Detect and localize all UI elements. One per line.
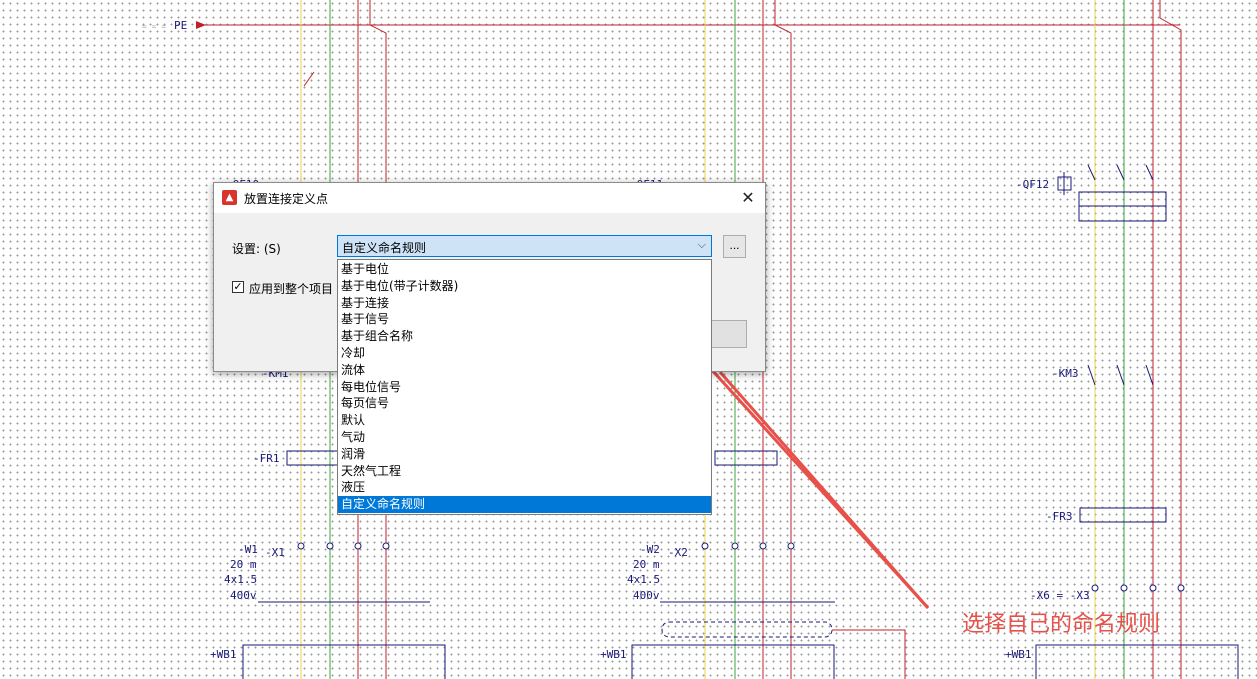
label-wb1-mid: +WB1 (600, 648, 627, 661)
pe-prefix: = = = (142, 22, 166, 31)
dropdown-option[interactable]: 默认 (338, 412, 711, 429)
wire-m4 (774, 0, 792, 679)
dialog-action-button[interactable] (711, 320, 747, 348)
pe-label: PE (174, 19, 187, 32)
cable-length-left: 20 m (230, 558, 257, 571)
warning-triangle-icon: ▲ (222, 190, 237, 205)
apply-to-project-label: 应用到整个项目 (249, 282, 334, 296)
more-options-button[interactable]: ... (723, 235, 746, 258)
cable-length-mid: 20 m (633, 558, 660, 571)
cable-size-mid: 4x1.5 (627, 573, 660, 586)
wb1-box-left (242, 644, 446, 679)
dropdown-option[interactable]: 气动 (338, 429, 711, 446)
setting-label: 设置: (S) (232, 242, 281, 256)
label-x6x3: -X6 = -X3 (1030, 589, 1090, 602)
wire-r4 (1159, 0, 1182, 679)
label-w2: -W2 (640, 543, 660, 556)
combobox-value: 自定义命名规则 (342, 241, 427, 255)
apply-to-project-checkbox[interactable]: ✓ (232, 281, 244, 293)
label-w1: -W1 (238, 543, 258, 556)
dropdown-option[interactable]: 润滑 (338, 446, 711, 463)
setting-dropdown-list: 基于电位 基于电位(带子计数器) 基于连接 基于信号 基于组合名称 冷却 流体 每电位信号 每页… (337, 259, 712, 515)
label-x1: -X1 (265, 546, 285, 559)
label-fr3: -FR3 (1046, 510, 1073, 523)
km3-contact-symbol (1087, 364, 1154, 386)
label-wb1-left: +WB1 (210, 648, 237, 661)
label-km3: -KM3 (1052, 367, 1079, 380)
label-x2: -X2 (668, 546, 688, 559)
dialog-titlebar[interactable]: ▲ 放置连接定义点 ✕ (214, 183, 765, 213)
close-icon: ✕ (741, 188, 755, 207)
annotation-text: 选择自己的命名规则 (962, 612, 1161, 637)
dropdown-option[interactable]: 基于连接 (338, 295, 711, 312)
setting-combobox[interactable]: 自定义命名规则 ⌵ (337, 235, 712, 257)
dropdown-option[interactable]: 每电位信号 (338, 379, 711, 396)
dropdown-option[interactable]: 流体 (338, 362, 711, 379)
chevron-down-icon[interactable]: ⌵ (698, 238, 706, 252)
dialog-title: 放置连接定义点 (244, 192, 329, 206)
dropdown-option[interactable]: 基于电位 (338, 261, 711, 278)
pe-arrow (196, 21, 206, 29)
label-wb1-right: +WB1 (1005, 648, 1032, 661)
cable-voltage-mid: 400v (633, 589, 660, 602)
label-qf12: -QF12 (1016, 178, 1049, 191)
dropdown-option[interactable]: 冷却 (338, 345, 711, 362)
dropdown-option[interactable]: 基于组合名称 (338, 328, 711, 345)
cable-dashed-box (661, 621, 833, 638)
dropdown-option[interactable]: 液压 (338, 479, 711, 496)
qf12-breaker-symbol (1057, 164, 1167, 222)
wire-marker (303, 71, 315, 87)
dropdown-option[interactable]: 天然气工程 (338, 463, 711, 480)
close-button[interactable]: ✕ (737, 187, 759, 209)
cable-size-left: 4x1.5 (224, 573, 257, 586)
wire-to-right (832, 629, 906, 679)
wb1-box-mid (631, 644, 835, 679)
dropdown-option[interactable]: 基于信号 (338, 311, 711, 328)
dropdown-option[interactable]: 自定义命名规则 (338, 496, 711, 514)
terminal-markers (297, 542, 1185, 592)
dropdown-option[interactable]: 每页信号 (338, 395, 711, 412)
label-fr1: -FR1 (253, 452, 280, 465)
cable-voltage-left: 400v (230, 589, 257, 602)
wb1-box-right (1035, 644, 1239, 679)
dropdown-option[interactable]: 基于电位(带子计数器) (338, 278, 711, 295)
